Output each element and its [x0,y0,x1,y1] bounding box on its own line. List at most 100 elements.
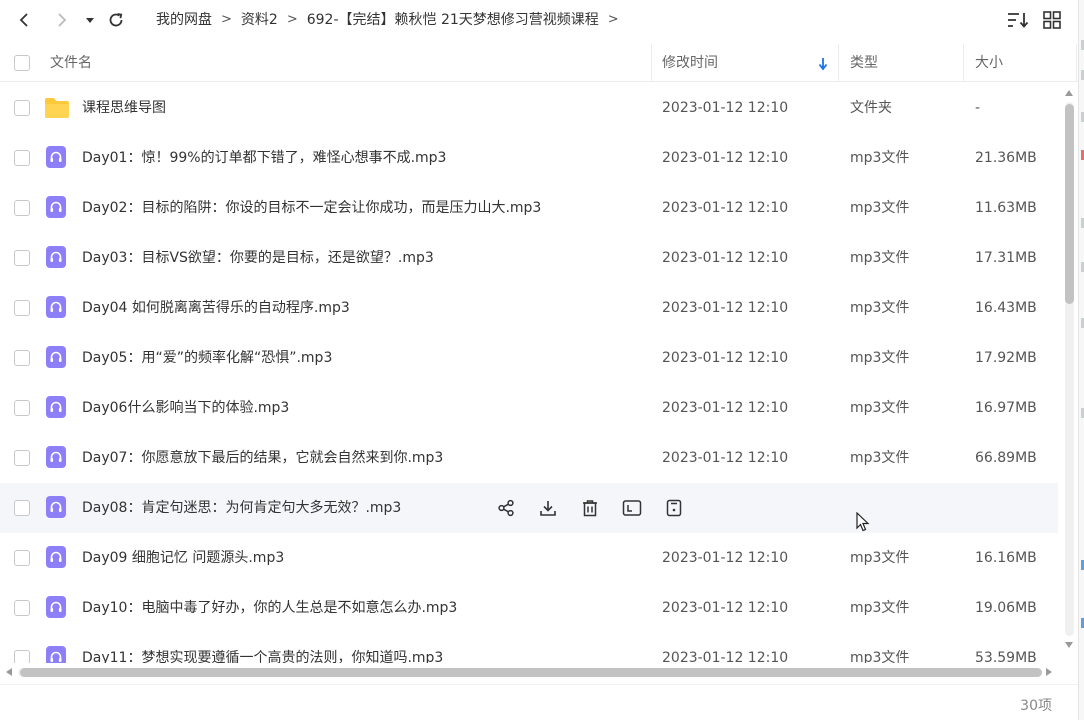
row-checkbox[interactable] [14,150,30,166]
file-name[interactable]: Day03：目标VS欲望：你要的是目标，还是欲望？.mp3 [82,233,434,283]
audio-file-icon [46,246,66,270]
file-type: mp3文件 [850,550,910,566]
column-divider[interactable] [651,44,652,82]
file-name[interactable]: Day07：你愿意放下最后的结果，它就会自然来到你.mp3 [82,433,443,483]
sort-icon [1008,13,1029,28]
row-checkbox[interactable] [14,450,30,466]
folder-row[interactable]: 课程思维导图 2023-01-12 12:10 文件夹 - [0,83,1058,133]
audio-file-icon [46,196,66,220]
audio-file-icon [46,146,66,170]
audio-file-icon [46,446,66,470]
file-name[interactable]: Day11：梦想实现要遵循一个高贵的法则，你知道吗.mp3 [82,633,443,663]
row-checkbox[interactable] [14,250,30,266]
file-type: mp3文件 [850,450,910,466]
file-row[interactable]: Day08：肯定句迷思：为何肯定句大多无效？.mp3 [0,483,1058,533]
file-type: mp3文件 [850,400,910,416]
file-modified-date: 2023-01-12 12:10 [662,300,789,316]
scroll-down-arrow-icon[interactable] [1065,642,1073,648]
rename-button[interactable] [620,496,644,520]
row-checkbox[interactable] [14,650,30,663]
scroll-left-arrow-icon[interactable] [6,668,12,676]
file-name[interactable]: 课程思维导图 [82,83,166,133]
column-divider[interactable] [963,44,964,82]
file-row[interactable]: Day10：电脑中毒了好办，你的人生总是不如意怎么办.mp3 2023-01-12… [0,583,1058,633]
sort-button[interactable] [1006,8,1030,32]
file-name[interactable]: Day02：目标的陷阱：你设的目标不一定会让你成功，而是压力山大.mp3 [82,183,541,233]
breadcrumb-separator: > [607,11,619,27]
file-name[interactable]: Day08：肯定句迷思：为何肯定句大多无效？.mp3 [82,483,401,533]
file-row[interactable]: Day05：用“爱”的频率化解“恐惧”.mp3 2023-01-12 12:10 m… [0,333,1058,383]
file-name[interactable]: Day05：用“爱”的频率化解“恐惧”.mp3 [82,333,332,383]
file-size: 17.31MB [975,250,1037,266]
column-divider[interactable] [1076,44,1077,82]
select-all-checkbox[interactable] [14,55,30,71]
row-checkbox[interactable] [14,600,30,616]
file-name[interactable]: Day01：惊！99%的订单都下错了，难怪心想事不成.mp3 [82,133,446,183]
file-row[interactable]: Day06什么影响当下的体验.mp3 2023-01-12 12:10 mp3文件 1… [0,383,1058,433]
horizontal-scrollbar[interactable] [4,664,1056,680]
row-checkbox[interactable] [14,350,30,366]
file-type: mp3文件 [850,600,910,616]
toolbar: 我的网盘 > 资料2 > 692-【完结】赖秋恺 21天梦想修习营视频课程 > [0,0,1078,40]
file-type: mp3文件 [850,300,910,316]
share-button[interactable] [494,496,518,520]
vertical-scrollbar[interactable] [1062,88,1076,648]
back-button[interactable] [12,8,36,32]
file-modified-date: 2023-01-12 12:10 [662,250,789,266]
vertical-scroll-thumb[interactable] [1065,104,1074,304]
file-row[interactable]: Day01：惊！99%的订单都下错了，难怪心想事不成.mp3 2023-01-12… [0,133,1058,183]
delete-button[interactable] [578,496,602,520]
file-size: 11.63MB [975,200,1037,216]
scroll-up-arrow-icon[interactable] [1065,90,1073,96]
grid-view-button[interactable] [1040,8,1064,32]
file-type: mp3文件 [850,650,910,663]
file-row[interactable]: Day04 如何脱离离苦得乐的自动程序.mp3 2023-01-12 12:10 m… [0,283,1058,333]
grid-icon [1043,11,1061,29]
breadcrumb-item-root[interactable]: 我的网盘 [156,9,212,29]
row-checkbox[interactable] [14,400,30,416]
column-header: 文件名 修改时间 类型 大小 [0,44,1078,82]
history-dropdown-button[interactable] [80,8,100,32]
file-name[interactable]: Day10：电脑中毒了好办，你的人生总是不如意怎么办.mp3 [82,583,457,633]
refresh-button[interactable] [104,8,128,32]
horizontal-scroll-thumb[interactable] [20,668,1042,677]
forward-button[interactable] [50,8,74,32]
folder-icon [44,97,70,121]
column-type[interactable]: 类型 [850,44,878,82]
breadcrumb-item-folder[interactable]: 资料2 [241,9,278,29]
status-bar: 30项 [0,684,1078,720]
file-modified-date: 2023-01-12 12:10 [662,200,789,216]
file-size: 16.97MB [975,400,1037,416]
file-row[interactable]: Day07：你愿意放下最后的结果，它就会自然来到你.mp3 2023-01-12 … [0,433,1058,483]
file-type: mp3文件 [850,350,910,366]
column-name[interactable]: 文件名 [50,44,92,82]
download-button[interactable] [536,496,560,520]
file-row[interactable]: Day03：目标VS欲望：你要的是目标，还是欲望？.mp3 2023-01-12 … [0,233,1058,283]
more-button[interactable] [662,496,686,520]
file-type: mp3文件 [850,250,910,266]
scroll-right-arrow-icon[interactable] [1046,668,1052,676]
file-modified-date: 2023-01-12 12:10 [662,550,789,566]
file-row[interactable]: Day09 细胞记忆 问题源头.mp3 2023-01-12 12:10 mp3文件… [0,533,1058,583]
breadcrumb-item-current[interactable]: 692-【完结】赖秋恺 21天梦想修习营视频课程 [307,9,599,29]
row-checkbox[interactable] [14,300,30,316]
column-divider[interactable] [838,44,839,82]
row-checkbox[interactable] [14,550,30,566]
column-modified[interactable]: 修改时间 [662,44,718,82]
file-name[interactable]: Day09 细胞记忆 问题源头.mp3 [82,533,284,583]
file-name[interactable]: Day06什么影响当下的体验.mp3 [82,383,289,433]
file-type: 文件夹 [850,100,892,116]
file-type: mp3文件 [850,200,910,216]
file-name[interactable]: Day04 如何脱离离苦得乐的自动程序.mp3 [82,283,350,333]
column-size[interactable]: 大小 [975,44,1003,82]
row-checkbox[interactable] [14,500,30,516]
row-checkbox[interactable] [14,100,30,116]
item-count: 30项 [1020,698,1052,714]
row-checkbox[interactable] [14,200,30,216]
file-row[interactable]: Day02：目标的陷阱：你设的目标不一定会让你成功，而是压力山大.mp3 2023… [0,183,1058,233]
file-size: - [975,100,981,116]
audio-file-icon [46,296,66,320]
file-row[interactable]: Day11：梦想实现要遵循一个高贵的法则，你知道吗.mp3 2023-01-12 … [0,633,1058,663]
audio-file-icon [46,596,66,620]
file-type: mp3文件 [850,150,910,166]
